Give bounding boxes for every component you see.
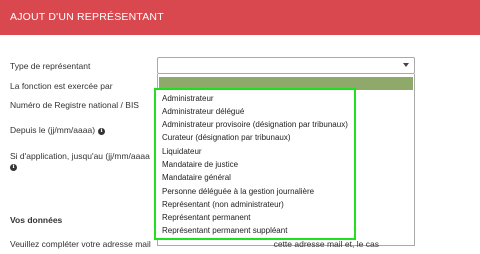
option-item[interactable]: Liquidateur xyxy=(162,145,202,158)
section-title: Vos données xyxy=(10,215,63,225)
option-item[interactable]: Représentant (non administrateur) xyxy=(162,198,284,211)
option-item[interactable]: Mandataire de justice xyxy=(162,158,238,171)
option-item[interactable]: Mandataire général xyxy=(162,171,231,184)
section-paragraph: Veuillez compléter votre adresse mail ce… xyxy=(10,239,379,249)
registre-national-label: Numéro de Registre national / BIS xyxy=(10,100,139,110)
panel-title: AJOUT D'UN REPRÉSENTANT xyxy=(10,11,164,23)
option-item[interactable]: Représentant permanent suppléant xyxy=(162,224,287,237)
info-icon-row: i xyxy=(10,161,17,171)
option-item[interactable]: Curateur (désignation par tribunaux) xyxy=(162,131,291,144)
type-representant-label: Type de représentant xyxy=(10,61,91,71)
panel-header: AJOUT D'UN REPRÉSENTANT xyxy=(0,0,480,35)
depuis-label: Depuis le (jj/mm/aaaa) xyxy=(10,125,96,135)
fonction-label: La fonction est exercée par xyxy=(10,81,113,91)
option-item[interactable]: Personne déléguée à la gestion journaliè… xyxy=(162,185,314,198)
depuis-label-row: Depuis le (jj/mm/aaaa) i xyxy=(10,125,106,135)
option-item[interactable]: Administrateur délégué xyxy=(162,105,244,118)
caret-down-icon[interactable] xyxy=(403,63,409,67)
option-item[interactable]: Administrateur xyxy=(162,92,214,105)
info-icon: i xyxy=(98,128,106,135)
option-item[interactable]: Administrateur provisoire (désignation p… xyxy=(162,118,348,131)
jusquau-label: Si d'application, jusqu'au (jj/mm/aaaa xyxy=(10,151,150,161)
option-item[interactable]: Représentant permanent xyxy=(162,211,251,224)
type-representant-select[interactable] xyxy=(157,57,415,74)
info-icon: i xyxy=(10,164,17,171)
